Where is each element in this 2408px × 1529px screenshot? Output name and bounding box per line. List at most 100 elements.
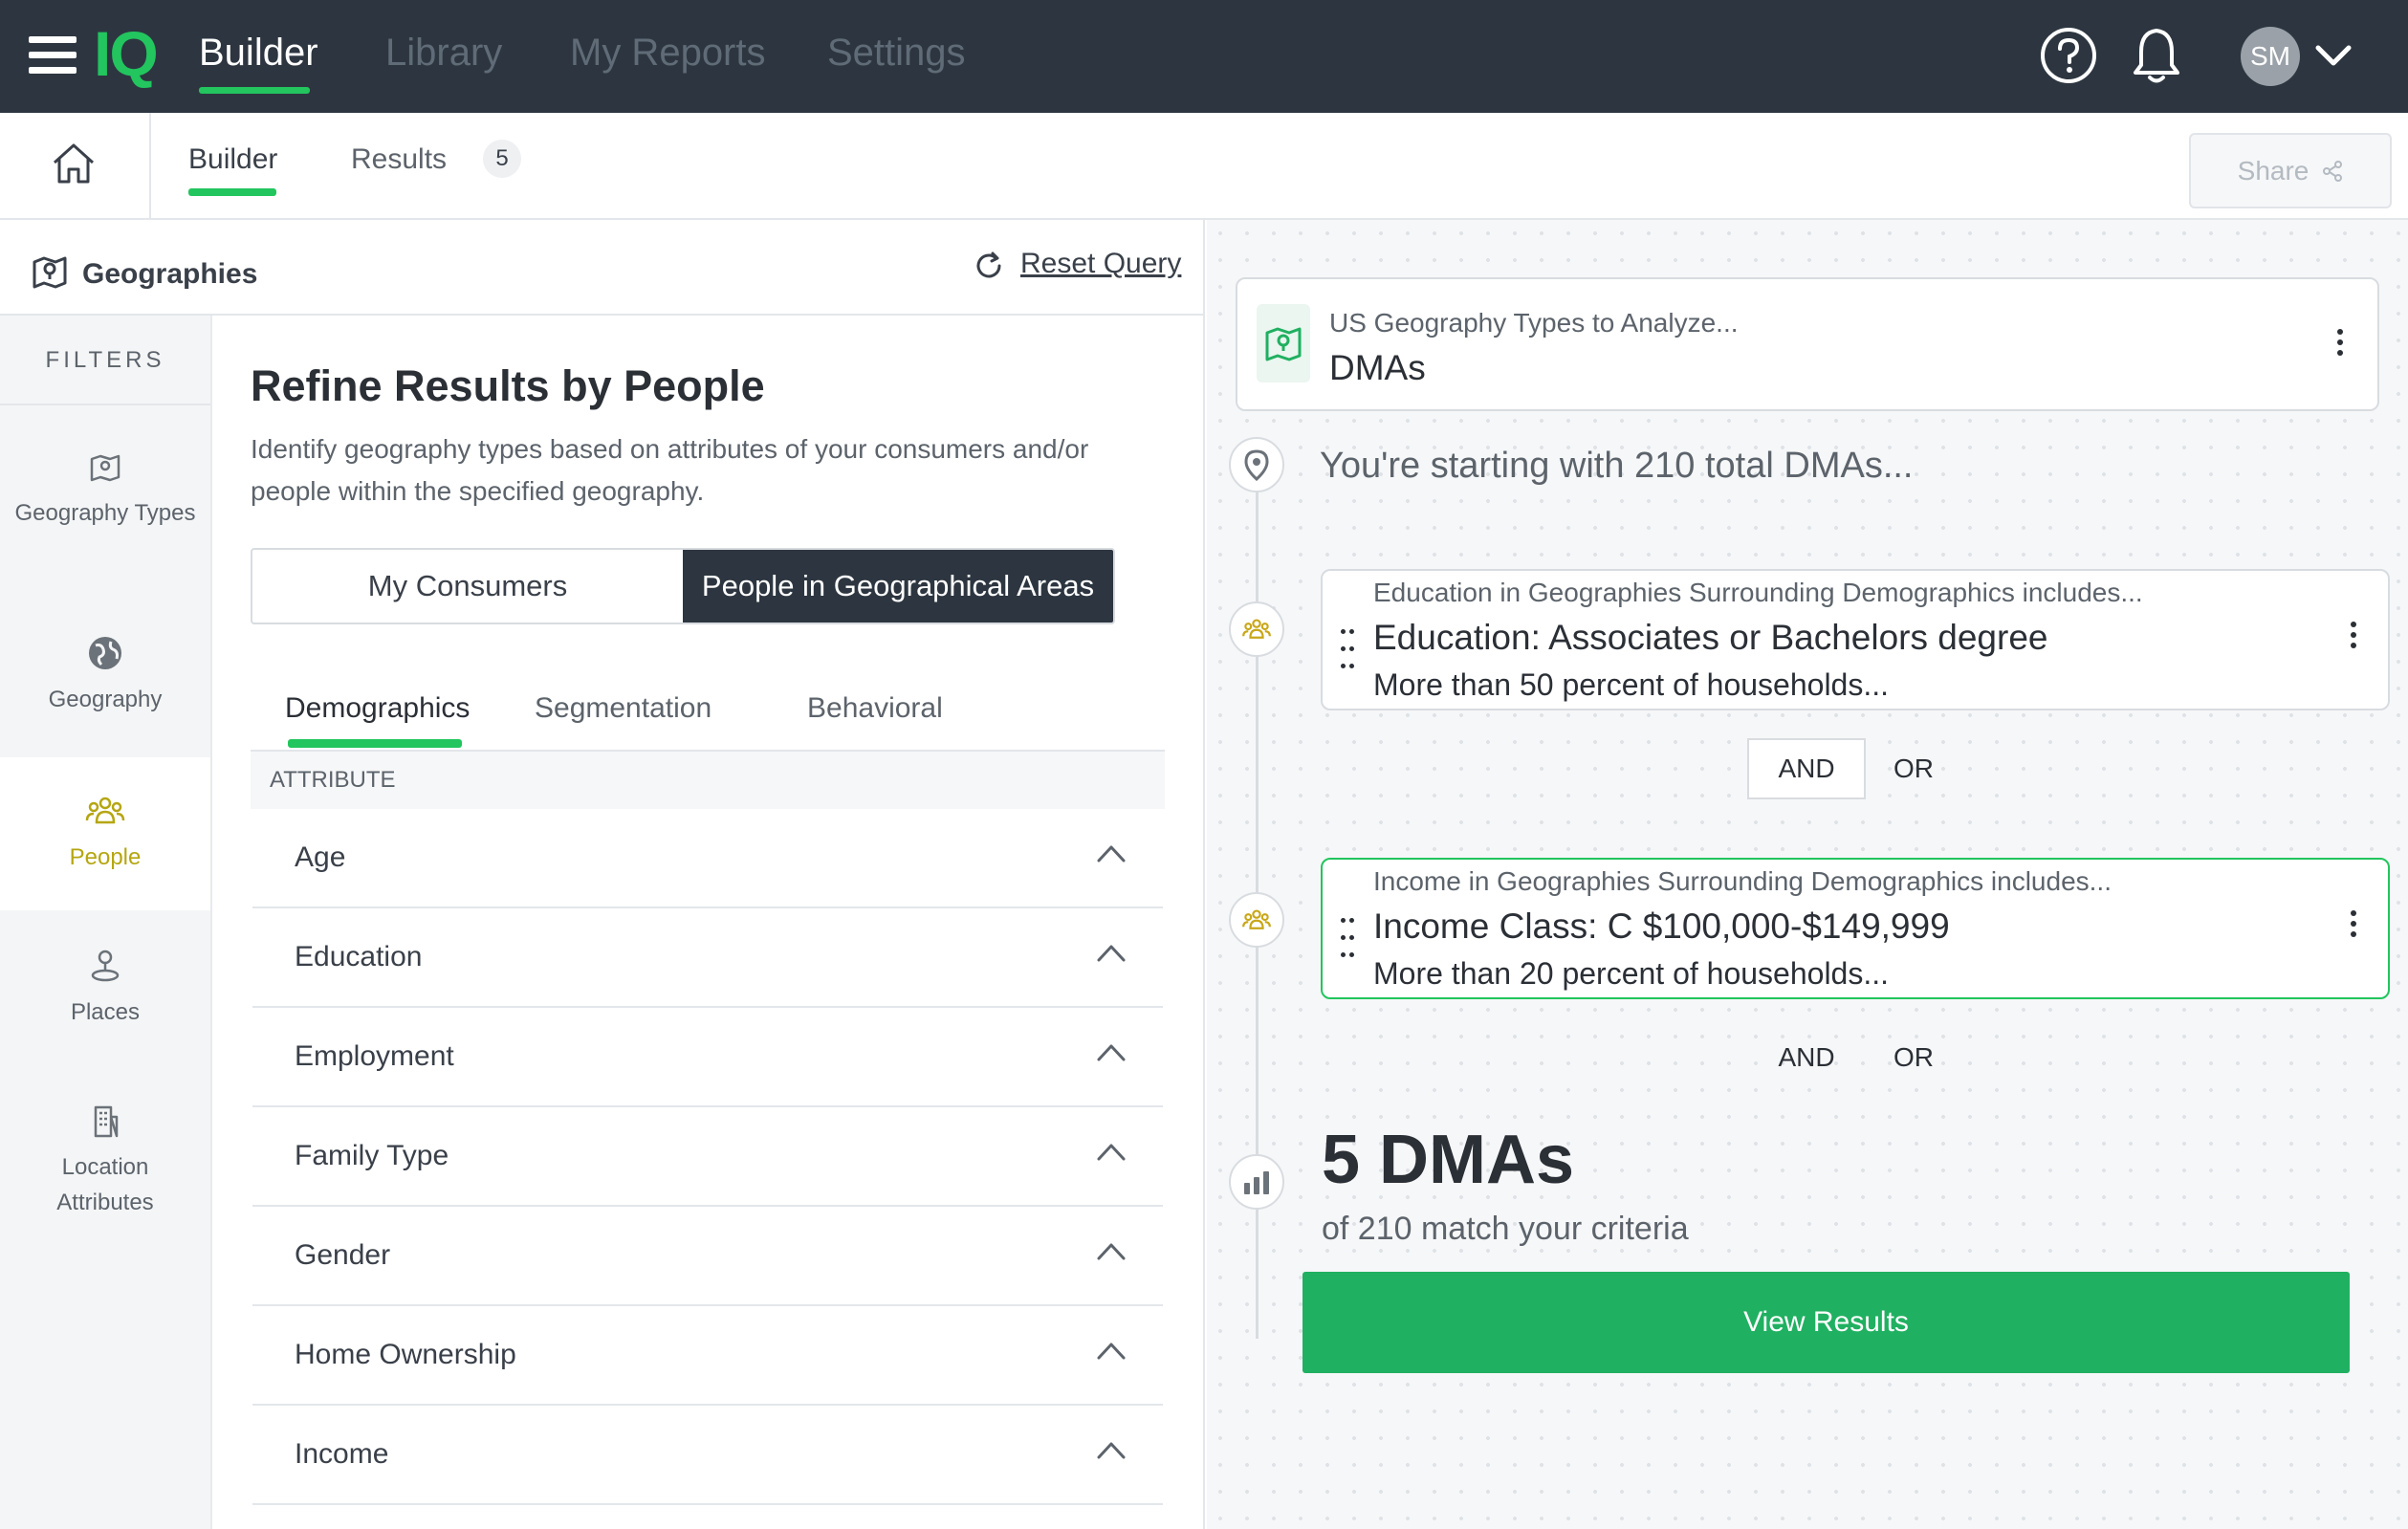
attribute-label: Age bbox=[295, 841, 346, 873]
panel-title: Geographies bbox=[82, 258, 258, 290]
refresh-icon[interactable] bbox=[972, 249, 1006, 283]
starting-count-text: You're starting with 210 total DMAs... bbox=[1320, 446, 1914, 486]
drag-handle-icon[interactable] bbox=[1339, 623, 1356, 668]
result-count: 5 DMAs bbox=[1322, 1122, 1575, 1198]
result-subtitle: of 210 match your criteria bbox=[1322, 1211, 1689, 1247]
drag-handle-icon[interactable] bbox=[1339, 911, 1356, 957]
filter-people[interactable]: People bbox=[0, 757, 210, 910]
attribute-label: Home Ownership bbox=[295, 1339, 516, 1370]
tab-segmentation[interactable]: Segmentation bbox=[535, 692, 711, 725]
map-pin-icon bbox=[1265, 327, 1302, 361]
results-count-badge: 5 bbox=[483, 140, 521, 178]
filter-label: Location Attributes bbox=[56, 1154, 154, 1215]
chevron-up-icon[interactable] bbox=[1096, 1040, 1127, 1063]
view-results-button[interactable]: View Results bbox=[1303, 1272, 2350, 1373]
attribute-label: Education bbox=[295, 941, 423, 972]
tab-results[interactable]: Results bbox=[351, 143, 447, 176]
chevron-up-icon[interactable] bbox=[1096, 1140, 1127, 1163]
menu-icon[interactable] bbox=[29, 36, 77, 75]
attribute-label: Employment bbox=[295, 1040, 454, 1072]
timeline-start-node bbox=[1229, 437, 1284, 492]
notifications-bell-icon[interactable] bbox=[2128, 25, 2185, 86]
user-avatar[interactable]: SM bbox=[2241, 27, 2300, 86]
or-button[interactable]: OR bbox=[1880, 738, 1947, 799]
filter-label: Places bbox=[70, 999, 141, 1025]
timeline-people-node bbox=[1229, 601, 1284, 657]
people-icon bbox=[1242, 909, 1271, 929]
attribute-label: Family Type bbox=[295, 1140, 449, 1171]
income-card-detail: More than 20 percent of households... bbox=[1373, 956, 1890, 991]
attribute-row-income[interactable]: Income bbox=[252, 1406, 1163, 1505]
attribute-label: Gender bbox=[295, 1239, 391, 1271]
more-options-icon[interactable] bbox=[2349, 622, 2358, 652]
filter-label: Geography bbox=[48, 687, 163, 712]
filter-label: Geography Types bbox=[14, 500, 196, 526]
topnav-my-reports[interactable]: My Reports bbox=[570, 32, 766, 75]
people-icon bbox=[85, 797, 125, 824]
help-icon[interactable] bbox=[2040, 27, 2097, 84]
education-card-subtitle: Education in Geographies Surrounding Dem… bbox=[1373, 578, 2143, 607]
reset-query-link[interactable]: Reset Query bbox=[1020, 248, 1181, 280]
topnav-settings[interactable]: Settings bbox=[827, 32, 966, 75]
attribute-label: Income bbox=[295, 1438, 389, 1470]
chevron-up-icon[interactable] bbox=[1096, 1339, 1127, 1362]
demographics-active-indicator bbox=[288, 739, 462, 748]
attribute-row-education[interactable]: Education bbox=[252, 908, 1163, 1008]
topnav-builder[interactable]: Builder bbox=[199, 32, 318, 75]
tab-active-indicator bbox=[188, 188, 276, 196]
tab-demographics[interactable]: Demographics bbox=[285, 692, 470, 725]
chevron-up-icon[interactable] bbox=[1096, 1239, 1127, 1262]
and-button[interactable]: AND bbox=[1747, 1027, 1866, 1088]
education-card-main: Education: Associates or Bachelors degre… bbox=[1373, 618, 2048, 657]
filter-location-attributes[interactable]: Location Attributes bbox=[0, 1092, 210, 1245]
income-card-main: Income Class: C $100,000-$149,999 bbox=[1373, 906, 1950, 946]
tab-behavioral[interactable]: Behavioral bbox=[807, 692, 943, 725]
and-button[interactable]: AND bbox=[1747, 738, 1866, 799]
geography-types-card[interactable] bbox=[1236, 277, 2379, 411]
attribute-row-employment[interactable]: Employment bbox=[252, 1008, 1163, 1107]
chevron-up-icon[interactable] bbox=[1096, 941, 1127, 964]
filters-title: FILTERS bbox=[0, 317, 210, 405]
map-pin-icon bbox=[90, 454, 120, 482]
tab-builder[interactable]: Builder bbox=[188, 143, 277, 176]
education-card-detail: More than 50 percent of households... bbox=[1373, 667, 1890, 702]
share-label: Share bbox=[2237, 155, 2309, 186]
geo-card-subtitle: US Geography Types to Analyze... bbox=[1329, 308, 1739, 338]
attribute-column-header: ATTRIBUTE bbox=[251, 752, 1165, 809]
location-pin-icon bbox=[1244, 449, 1269, 481]
chevron-down-icon[interactable] bbox=[2312, 38, 2354, 73]
geo-card-value: DMAs bbox=[1329, 348, 1426, 387]
share-button[interactable]: Share bbox=[2189, 133, 2392, 208]
attribute-row-home-ownership[interactable]: Home Ownership bbox=[252, 1306, 1163, 1406]
more-options-icon[interactable] bbox=[2335, 329, 2345, 360]
app-logo[interactable]: IQ bbox=[94, 17, 159, 90]
refine-description: Identify geography types based on attrib… bbox=[251, 434, 1089, 506]
toggle-my-consumers[interactable]: My Consumers bbox=[252, 550, 683, 623]
timeline-result-node bbox=[1229, 1154, 1284, 1210]
filter-places[interactable]: Places bbox=[0, 937, 210, 1052]
more-options-icon[interactable] bbox=[2349, 910, 2358, 941]
filter-geography-types[interactable]: Geography Types bbox=[0, 430, 210, 583]
timeline-people-node bbox=[1229, 892, 1284, 948]
people-icon bbox=[1242, 619, 1271, 639]
sub-navigation-bar: Builder Results bbox=[0, 113, 2408, 220]
topnav-library[interactable]: Library bbox=[385, 32, 502, 75]
bar-chart-icon bbox=[1244, 1171, 1269, 1194]
filter-geography[interactable]: Geography bbox=[0, 626, 210, 741]
home-icon bbox=[53, 143, 95, 184]
or-button[interactable]: OR bbox=[1880, 1027, 1947, 1088]
chevron-up-icon[interactable] bbox=[1096, 841, 1127, 864]
attribute-row-age[interactable]: Age bbox=[252, 809, 1163, 908]
toggle-people-in-geographical-areas[interactable]: People in Geographical Areas bbox=[683, 550, 1113, 623]
topnav-active-indicator bbox=[199, 87, 310, 94]
filter-label: People bbox=[69, 844, 142, 870]
attribute-row-gender[interactable]: Gender bbox=[252, 1207, 1163, 1306]
map-icon bbox=[33, 256, 67, 289]
income-card-subtitle: Income in Geographies Surrounding Demogr… bbox=[1373, 866, 2112, 896]
audience-toggle: My Consumers People in Geographical Area… bbox=[251, 548, 1115, 624]
refine-title: Refine Results by People bbox=[251, 361, 765, 410]
chevron-up-icon[interactable] bbox=[1096, 1438, 1127, 1461]
building-icon bbox=[94, 1105, 119, 1138]
home-button[interactable] bbox=[0, 113, 151, 218]
attribute-row-family-type[interactable]: Family Type bbox=[252, 1107, 1163, 1207]
